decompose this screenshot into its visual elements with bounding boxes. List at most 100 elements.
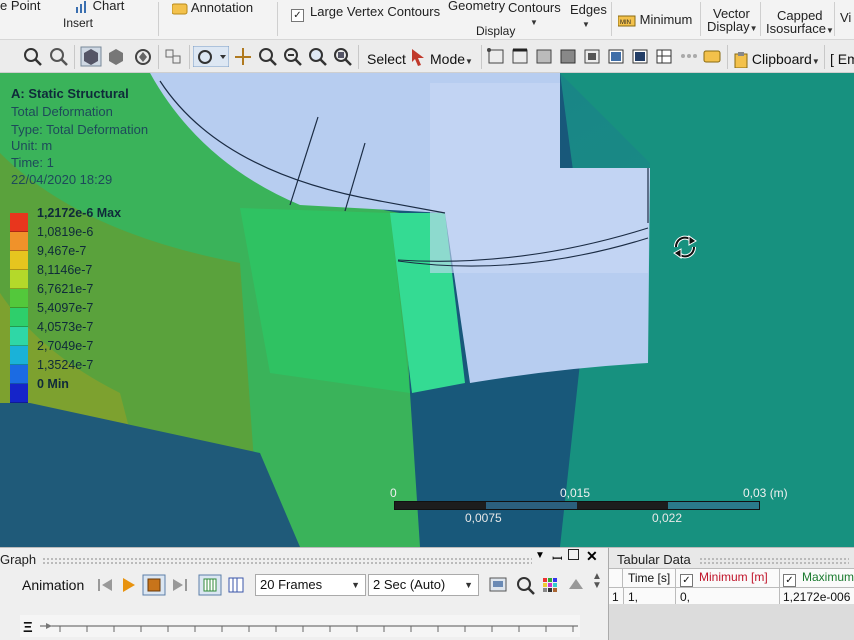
select-body-icon[interactable] [558,46,578,67]
vector-display-dropdown-2[interactable]: Display▼ [707,19,758,34]
legend-color-swatch[interactable] [10,346,28,365]
row-time-value[interactable]: 1, [628,590,638,604]
contours-chevron-down-icon[interactable]: ▼ [530,18,538,27]
large-vertex-contours-checkbox[interactable]: ✓ Large Vertex Contours [291,4,440,22]
legend-color-swatch[interactable] [10,270,28,289]
capped-isosurface-dropdown-2[interactable]: Isosurface▼ [766,21,834,36]
chevron-down-icon: ▼ [464,580,473,590]
export-video-icon[interactable] [488,575,508,595]
annotation-label: Annotation [190,0,254,15]
pin-icon[interactable]: ꟷ [552,549,563,567]
select-vertex-icon[interactable] [486,46,506,67]
select-node-icon[interactable] [582,46,602,67]
next-frame-icon[interactable] [170,575,190,595]
checkbox-checked-icon[interactable]: ✓ [680,574,693,587]
animation-timeline[interactable]: Ξ [20,615,580,637]
iso-view-icon[interactable] [80,46,102,67]
empty-dropdown[interactable]: [ Em [830,51,854,67]
pan-icon[interactable] [233,46,253,67]
clipboard-icon [734,52,748,69]
frames-dropdown[interactable]: 20 Frames ▼ [255,574,366,596]
mode-dropdown[interactable]: Mode▼ [430,51,473,67]
extend-selection-icon[interactable] [678,46,698,67]
legend-result-name: Total Deformation [11,104,113,119]
zoom-to-fit-icon[interactable] [283,46,303,67]
checkbox-checked-icon[interactable]: ✓ [783,574,796,587]
scale-bar-track [394,501,760,510]
probe-point-button[interactable]: e Point [0,0,40,13]
named-selection-icon[interactable] [702,46,722,67]
zoom-icon[interactable] [258,46,278,67]
geometry-dropdown[interactable]: Geometry [448,0,505,13]
legend-color-swatch[interactable] [10,289,28,308]
stop-icon[interactable] [142,574,166,596]
play-icon[interactable] [118,575,138,595]
rotate-mode-dropdown-icon[interactable] [193,46,229,67]
distributed-frames-icon[interactable] [198,574,222,596]
export-animation-icon[interactable] [566,575,586,595]
zoom-to-range-icon[interactable] [516,575,536,595]
annotation-button[interactable]: Annotation [172,0,253,15]
result-sets-icon[interactable] [226,575,246,595]
legend-level-label: 2,7049e-7 [37,339,94,353]
legend-color-swatch[interactable] [10,308,28,327]
cube-icon[interactable] [106,46,126,67]
legend-level-label: 6,7621e-7 [37,282,94,296]
legend-level-label: 1,2172e-6 Max [37,206,122,220]
tabular-data-title: Tabular Data [617,552,691,567]
edges-chevron-down-icon[interactable]: ▼ [582,20,590,29]
chart-button[interactable]: Chart [75,0,124,13]
select-edge-icon[interactable] [510,46,530,67]
box-zoom-icon[interactable] [308,46,328,67]
legend-level-label: 4,0573e-7 [37,320,94,334]
column-header-maximum[interactable]: ✓ Maximum [783,570,854,587]
contours-dropdown[interactable]: Contours [508,0,561,15]
legend-color-bar[interactable] [10,213,28,403]
tabular-data-table: Time [s] ✓ Minimum [m] ✓ Maximum 1 1, 0, 1… [609,568,854,605]
select-element-icon[interactable] [630,46,650,67]
graphics-viewport[interactable]: A: Static Structural Total Deformation T… [0,73,854,547]
panel-options-chevron-icon[interactable]: ▼ [535,550,545,561]
legend-color-swatch[interactable] [10,213,28,232]
minimum-button[interactable]: MIN Minimum [618,12,692,27]
select-element-face-icon[interactable] [606,46,626,67]
maximum-header-label: Maximum [802,570,854,584]
zoom-in-icon[interactable] [22,46,44,67]
legend-color-swatch[interactable] [10,327,28,346]
ribbon-item-cut[interactable]: Vi [840,10,851,25]
toolbar-divider [74,45,75,69]
magnifier-window-icon[interactable] [333,46,353,67]
row-minimum-value[interactable]: 0, [680,590,690,604]
edges-dropdown[interactable]: Edges [570,2,607,17]
toolbar-divider [158,45,159,69]
scale-label-0075: 0,0075 [465,511,502,525]
rotate-view-icon[interactable] [132,46,154,67]
zoom-box-icon[interactable] [48,46,70,67]
legend-color-swatch[interactable] [10,232,28,251]
chevron-down-icon: ▼ [825,26,834,35]
annotation-icon [172,3,188,15]
select-mesh-icon[interactable] [654,46,674,67]
select-face-icon[interactable] [534,46,554,67]
previous-frame-icon[interactable] [95,575,115,595]
animation-label: Animation [22,577,85,593]
close-icon[interactable]: ✕ [586,548,598,565]
legend-level-label: 0 Min [37,377,69,391]
column-header-time[interactable]: Time [s] [628,571,670,585]
duration-dropdown[interactable]: 2 Sec (Auto) ▼ [368,574,479,596]
duration-value: 2 Sec (Auto) [373,577,446,592]
tabular-data-panel: Tabular Data Time [s] ✓ Minimum [m] ✓ Maxi… [608,547,854,640]
fit-view-icon[interactable] [164,46,184,67]
legend-color-swatch[interactable] [10,365,28,384]
column-header-minimum[interactable]: ✓ Minimum [m] [680,570,768,587]
select-button[interactable]: Select [367,51,406,67]
legend-level-label: 8,1146e-7 [37,263,93,277]
legend-color-swatch[interactable] [10,251,28,270]
maximize-icon[interactable] [568,549,579,560]
scroll-chevron-icon[interactable]: ▲ ▼ [592,572,602,591]
row-maximum-value[interactable]: 1,2172e-006 [783,590,850,604]
color-grid-icon[interactable] [541,575,561,595]
legend-color-swatch[interactable] [10,384,28,403]
rotate-cursor-icon [673,235,697,259]
clipboard-dropdown[interactable]: Clipboard▼ [734,51,820,69]
